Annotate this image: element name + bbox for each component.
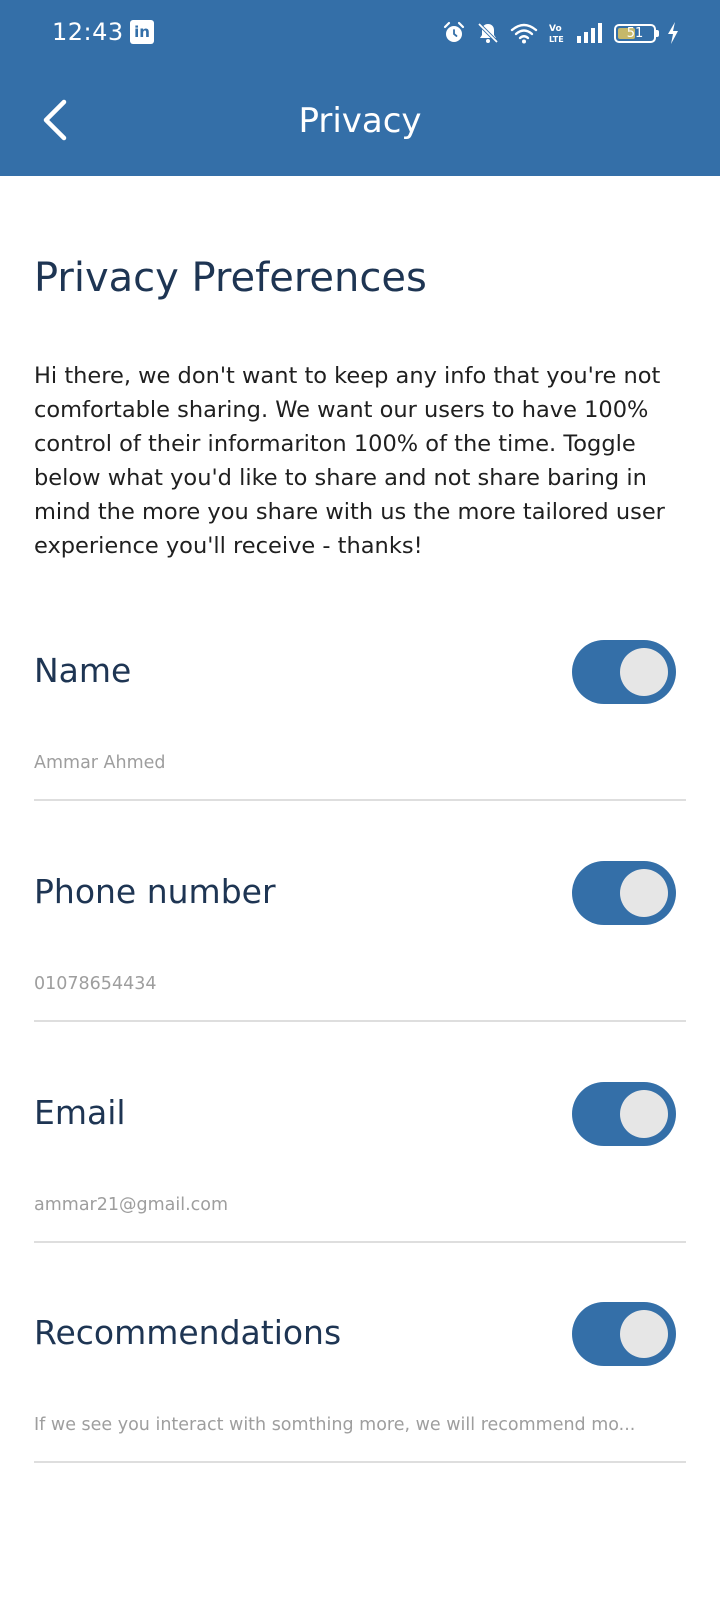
- toggle-knob: [620, 869, 668, 917]
- toggle-knob: [620, 1090, 668, 1138]
- preference-value: If we see you interact with somthing mor…: [34, 1415, 636, 1435]
- name-toggle[interactable]: [572, 640, 676, 704]
- email-toggle[interactable]: [572, 1082, 676, 1146]
- intro-text: Hi there, we don't want to keep any info…: [34, 363, 665, 559]
- preference-label: Email: [34, 1093, 126, 1132]
- alarm-icon: [443, 21, 465, 42]
- toggle-knob: [620, 1310, 668, 1358]
- volte-icon: Vo LTE: [549, 24, 564, 44]
- preference-phone-number: Phone number 01078654434: [34, 861, 686, 1095]
- preference-name: Name Ammar Ahmed: [34, 640, 686, 874]
- signal-icon: [577, 23, 602, 43]
- status-icons: Vo LTE 51: [442, 18, 680, 48]
- divider: [34, 1241, 686, 1243]
- preference-value: Ammar Ahmed: [34, 753, 166, 773]
- bell-off-icon: [477, 22, 499, 44]
- toggle-knob: [620, 648, 668, 696]
- recommendations-toggle[interactable]: [572, 1302, 676, 1366]
- preference-label: Recommendations: [34, 1313, 342, 1352]
- app-header: 12:43 in Vo LTE 51 Privacy: [0, 0, 720, 176]
- battery-level: 51: [626, 25, 644, 41]
- linkedin-icon: in: [130, 20, 154, 44]
- wifi-icon: [510, 23, 538, 44]
- charging-icon: [668, 22, 678, 44]
- battery-icon: 51: [614, 23, 659, 43]
- preference-recommendations: Recommendations If we see you interact w…: [34, 1302, 686, 1536]
- status-time: 12:43: [52, 18, 124, 46]
- preference-label: Name: [34, 651, 132, 690]
- page-title: Privacy: [298, 101, 422, 141]
- divider: [34, 1020, 686, 1022]
- preference-value: ammar21@gmail.com: [34, 1195, 229, 1215]
- divider: [34, 1461, 686, 1463]
- svg-text:LTE: LTE: [549, 35, 564, 44]
- phone-number-toggle[interactable]: [572, 861, 676, 925]
- section-heading: Privacy Preferences: [34, 255, 427, 301]
- preference-label: Phone number: [34, 872, 276, 911]
- preference-email: Email ammar21@gmail.com: [34, 1082, 686, 1316]
- svg-text:Vo: Vo: [549, 24, 562, 34]
- preference-value: 01078654434: [34, 974, 157, 994]
- divider: [34, 799, 686, 801]
